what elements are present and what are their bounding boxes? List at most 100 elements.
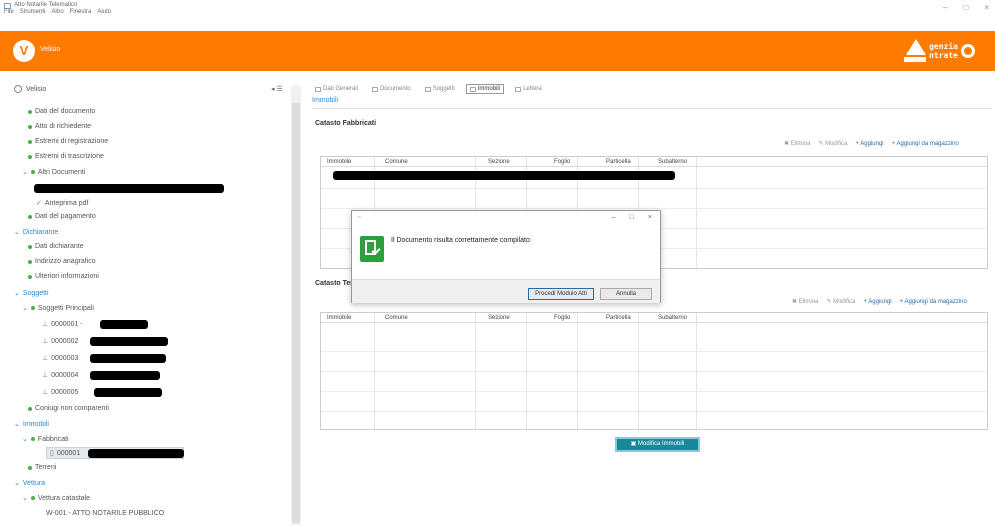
add-button[interactable]: + Aggiungi: [855, 141, 883, 147]
app-logo-text: Velisio: [40, 46, 61, 53]
tree-item-coniugi[interactable]: Coniugi non comparenti: [28, 405, 109, 412]
chevron-down-icon[interactable]: ⌄: [22, 304, 28, 312]
tree-section-immobili[interactable]: ⌄ Immobili: [14, 420, 49, 429]
tree-item-dati-dichiarante[interactable]: Dati dichiarante: [28, 243, 84, 250]
proceed-button[interactable]: Procedi Modulo Atti: [528, 288, 594, 300]
tree-section-vettura[interactable]: ⌄ Vettura: [14, 479, 45, 488]
tree-item-soggetto-3[interactable]: ⊥ 0000003: [42, 354, 78, 363]
tree-item-ulteriori-informazioni[interactable]: Ulteriori informazioni: [28, 273, 99, 280]
menu-file[interactable]: File: [4, 9, 14, 15]
column-header[interactable]: Particella: [576, 157, 636, 166]
tree-item-atto[interactable]: W-001 - ATTO NOTARILE PUBBLICO: [46, 510, 164, 517]
tab-dati-generali[interactable]: Dati Generali: [312, 84, 361, 94]
content-panel: Dati Generali Documento Soggetti Immobil…: [312, 80, 995, 527]
tree-item-soggetto-5[interactable]: ⊥ 0000005: [42, 388, 78, 397]
fabbricati-actions: ✖ Elimina ✎ Modifica + Aggiungi + Aggiun…: [784, 140, 959, 148]
tree-item-soggetto-2[interactable]: ⊥ 0000002: [42, 337, 78, 346]
column-header[interactable]: Subalterno: [636, 157, 696, 166]
fabbricati-title: Catasto Fabbricati: [315, 120, 377, 127]
tab-soggetti[interactable]: Soggetti: [422, 84, 458, 94]
tree-item-dati-pagamento[interactable]: Dati del pagamento: [28, 213, 96, 220]
chevron-down-icon[interactable]: ⌄: [22, 494, 28, 502]
edit-button[interactable]: ✎ Modifica: [826, 298, 855, 305]
tab-immobili[interactable]: Immobili: [465, 84, 505, 94]
add-button[interactable]: + Aggiungi: [863, 299, 891, 305]
person-icon: ⊥: [42, 321, 49, 328]
column-header[interactable]: Sezione: [466, 157, 516, 166]
tree-section-dichiarante[interactable]: ⌄ Dichiarante: [14, 228, 58, 237]
chevron-down-icon[interactable]: ⌄: [22, 435, 28, 443]
delete-button[interactable]: ✖ Elimina: [792, 298, 818, 305]
close-icon[interactable]: ×: [984, 3, 989, 12]
divider: [312, 108, 992, 109]
redacted-text: [90, 354, 166, 363]
tab-lettera[interactable]: Lettera: [512, 84, 545, 94]
status-dot-icon: [30, 496, 35, 500]
status-dot-icon: [28, 214, 32, 219]
menu-aiuto[interactable]: Aiuto: [97, 9, 111, 15]
tree-root[interactable]: Velisio: [14, 85, 46, 93]
chevron-down-icon[interactable]: ⌄: [14, 289, 20, 297]
modify-immobili-button[interactable]: ▣ Modifica Immobili: [615, 437, 700, 452]
column-header[interactable]: Foglio: [516, 157, 576, 166]
tree-item-anteprima-pdf[interactable]: ✓ Anteprima pdf: [36, 199, 88, 208]
tab-documento[interactable]: Documento: [369, 84, 414, 94]
chevron-down-icon[interactable]: ⌄: [22, 168, 28, 176]
column-header[interactable]: Subalterno: [636, 313, 696, 322]
menu-strumenti[interactable]: Strumenti: [20, 9, 46, 15]
person-icon: ⊥: [42, 389, 49, 396]
minimize-icon[interactable]: –: [943, 3, 947, 12]
tree-section-soggetti[interactable]: ⌄ Soggetti: [14, 289, 49, 298]
chevron-down-icon[interactable]: ⌄: [14, 479, 20, 487]
tree-item-fabbricati[interactable]: ⌄ Fabbricati: [22, 435, 69, 444]
minimize-icon[interactable]: –: [612, 214, 616, 221]
menu-finestra[interactable]: Finestra: [70, 9, 92, 15]
window-title: Atto Notarile Telematico: [14, 2, 78, 8]
column-header[interactable]: Foglio: [516, 313, 576, 322]
column-header[interactable]: Immobile: [321, 157, 373, 166]
tree-item-estremi-registrazione[interactable]: Estremi di registrazione: [28, 138, 108, 145]
terreni-table: Immobile Comune Sezione Foglio Particell…: [320, 312, 988, 431]
tree-item-dati-documento[interactable]: Dati del documento: [28, 108, 95, 115]
tree-item-soggetti-principali[interactable]: ⌄ Soggetti Principali: [22, 304, 94, 313]
redacted-text: [88, 449, 184, 458]
brand-line-2: ntrate: [929, 51, 958, 60]
status-dot-icon: [30, 437, 35, 441]
tab-icon: [469, 86, 476, 92]
delete-button[interactable]: ✖ Elimina: [784, 140, 810, 147]
status-dot-icon: [28, 244, 32, 249]
collapse-panel-button[interactable]: ◂ ☰: [271, 85, 283, 93]
globe-icon: [14, 85, 22, 93]
status-dot-icon: [28, 406, 32, 411]
cancel-button[interactable]: Annulla: [600, 288, 652, 300]
column-header[interactable]: Particella: [576, 313, 636, 322]
tree-item-soggetto-1[interactable]: ⊥ 0000001 -: [42, 320, 83, 329]
tree-item-altri-documenti[interactable]: ⌄ Altri Documenti: [22, 168, 85, 177]
redacted-text: [94, 388, 162, 397]
tree-item-fabbricato-1[interactable]: ▯ 000001: [50, 449, 80, 458]
column-header[interactable]: Sezione: [466, 313, 516, 322]
add-from-store-button[interactable]: + Aggiungi da magazzino: [892, 141, 959, 147]
chevron-down-icon[interactable]: ⌄: [14, 228, 20, 236]
chevron-down-icon[interactable]: ⌄: [14, 420, 20, 428]
column-header[interactable]: Comune: [373, 313, 466, 322]
scrollbar-thumb[interactable]: [292, 103, 300, 523]
tree-item-terreni[interactable]: Terreni: [28, 464, 56, 471]
maximize-icon[interactable]: □: [963, 3, 968, 12]
column-header[interactable]: Comune: [373, 157, 466, 166]
add-from-store-button[interactable]: + Aggiungi da magazzino: [900, 299, 967, 305]
tree-item-soggetto-4[interactable]: ⊥ 0000004: [42, 371, 78, 380]
tree-scrollbar[interactable]: [291, 85, 301, 525]
edit-button[interactable]: ✎ Modifica: [818, 140, 847, 147]
tab-icon: [424, 86, 431, 92]
tree-item-estremi-trascrizione[interactable]: Estremi di trascrizione: [28, 153, 104, 160]
tree-item-indirizzo-anagrafico[interactable]: Indirizzo anagrafico: [28, 258, 96, 265]
maximize-icon[interactable]: □: [630, 214, 634, 221]
tree-item-atto-richiedente[interactable]: Atto di richiedente: [28, 123, 91, 130]
tree-item-vettura-catastale[interactable]: ⌄ Vettura catastale: [22, 494, 90, 503]
document-check-icon: [360, 236, 384, 262]
column-header[interactable]: Immobile: [321, 313, 373, 322]
close-icon[interactable]: ×: [648, 214, 652, 221]
breadcrumb: Immobili: [312, 97, 339, 104]
menu-altro[interactable]: Altro: [51, 9, 63, 15]
